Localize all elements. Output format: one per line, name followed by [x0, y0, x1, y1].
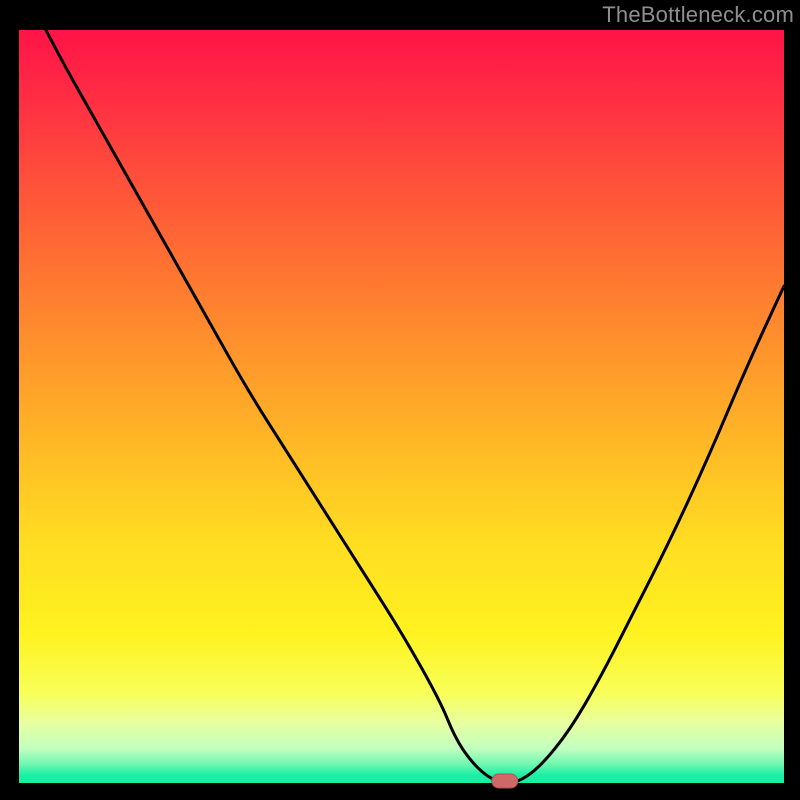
chart-svg: [0, 0, 800, 800]
watermark: TheBottleneck.com: [602, 2, 794, 28]
bottleneck-chart: TheBottleneck.com: [0, 0, 800, 800]
plot-area: [19, 30, 784, 783]
optimal-marker: [492, 774, 518, 788]
